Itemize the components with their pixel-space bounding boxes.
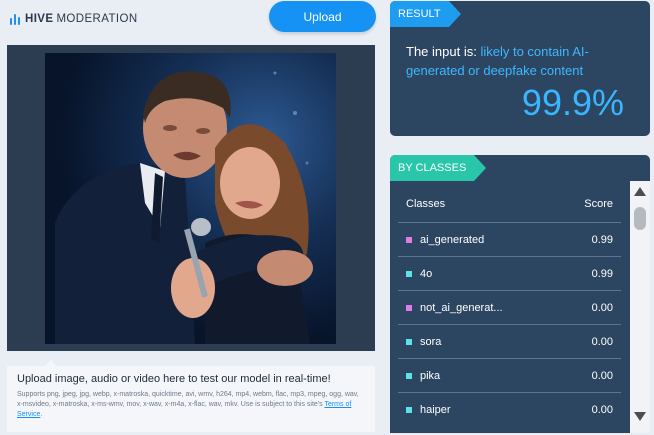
class-color-swatch [406, 406, 412, 413]
caption-pointer [45, 360, 57, 366]
classes-scrollbar[interactable] [630, 181, 650, 433]
class-color-swatch [406, 372, 412, 379]
class-row: pika 0.00 [398, 358, 621, 392]
class-label: not_ai_generat... [420, 301, 503, 314]
caption-title: Upload image, audio or video here to tes… [17, 373, 331, 385]
result-tag: RESULT [390, 1, 461, 27]
photo-illustration [45, 53, 336, 344]
formats-end: . [40, 411, 43, 418]
upload-button[interactable]: Upload [269, 1, 376, 32]
classes-card: BY CLASSES Classes Score ai_generated 0.… [390, 155, 650, 433]
class-label: ai_generated [420, 233, 485, 246]
hive-logo[interactable]: HIVE MODERATION [10, 9, 138, 29]
class-row: 4o 0.99 [398, 256, 621, 290]
class-color-swatch [406, 270, 412, 277]
class-label: sora [420, 335, 442, 348]
scrollbar-thumb[interactable] [634, 207, 646, 230]
uploaded-photo [45, 53, 336, 344]
result-score: 99.9% [521, 82, 624, 123]
class-score: 0.99 [591, 267, 613, 280]
class-score: 0.00 [591, 335, 613, 348]
class-score: 0.00 [591, 369, 613, 382]
class-score: 0.00 [591, 403, 613, 416]
logo-text: HIVE MODERATION [25, 13, 138, 25]
result-prefix: The input is: [406, 44, 477, 59]
image-preview-panel [7, 45, 375, 351]
class-color-swatch [406, 236, 412, 243]
hive-logo-icon [10, 13, 20, 25]
scroll-down-arrow-icon[interactable] [634, 412, 646, 421]
class-label: 4o [420, 267, 433, 280]
class-label: haiper [420, 403, 451, 416]
upload-caption: Upload image, audio or video here to tes… [7, 360, 375, 432]
scroll-up-arrow-icon[interactable] [634, 187, 646, 196]
class-score: 0.99 [591, 233, 613, 246]
class-color-swatch [406, 338, 412, 345]
formats-text: Supports png, jpeg, jpg, webp, x-matrosk… [17, 391, 359, 408]
column-classes: Classes [406, 198, 446, 210]
class-score: 0.00 [591, 301, 613, 314]
classes-table-header: Classes Score [398, 198, 621, 222]
logo-brand: HIVE [25, 13, 54, 25]
class-row: haiper 0.00 [398, 392, 621, 426]
result-text: The input is: likely to contain AI-gener… [406, 42, 638, 80]
supported-formats: Supports png, jpeg, jpg, webp, x-matrosk… [17, 390, 365, 420]
classes-tag: BY CLASSES [390, 155, 487, 181]
logo-sub: MODERATION [56, 13, 138, 25]
class-row: sora 0.00 [398, 324, 621, 358]
class-row: not_ai_generat... 0.00 [398, 290, 621, 324]
classes-list: ai_generated 0.99 4o 0.99 not_ai_generat… [398, 222, 621, 426]
column-score: Score [584, 198, 613, 210]
result-card: RESULT The input is: likely to contain A… [390, 1, 650, 136]
class-row: ai_generated 0.99 [398, 222, 621, 256]
class-color-swatch [406, 304, 412, 311]
class-label: pika [420, 369, 441, 382]
